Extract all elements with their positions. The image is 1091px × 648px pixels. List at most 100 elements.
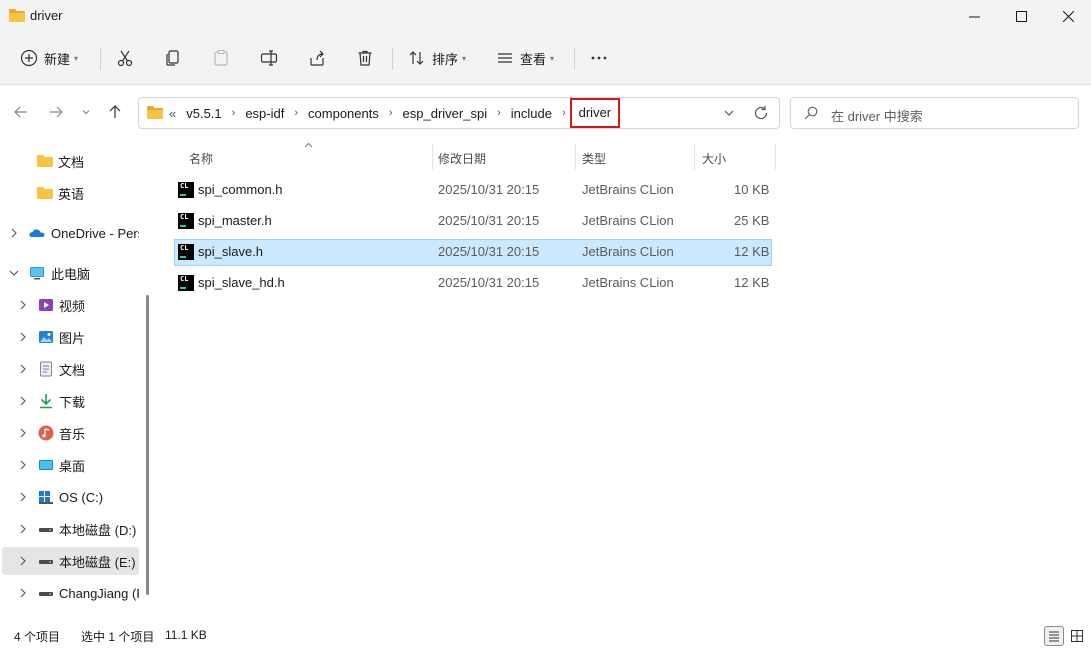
sidebar-item-music[interactable]: 音乐	[2, 419, 139, 447]
chevron-right-icon[interactable]	[18, 492, 28, 502]
table-row-selected[interactable]: CL spi_slave.h 2025/10/31 20:15 JetBrain…	[174, 239, 772, 266]
sidebar-item-videos[interactable]: 视频	[2, 291, 139, 319]
table-row[interactable]: CL spi_common.h 2025/10/31 20:15 JetBrai…	[174, 177, 772, 204]
sidebar-item-documents[interactable]: 文档	[2, 355, 139, 383]
sidebar-item-english[interactable]: 英语	[2, 179, 139, 207]
maximize-button[interactable]	[998, 0, 1044, 32]
divider	[574, 48, 575, 70]
sidebar-item-desktop[interactable]: 桌面	[2, 451, 139, 479]
recent-locations-button[interactable]	[77, 103, 95, 121]
column-divider[interactable]	[575, 144, 576, 170]
chevron-right-icon[interactable]: ›	[497, 107, 501, 119]
sidebar-item-drive-d[interactable]: 本地磁盘 (D:)	[2, 515, 139, 543]
chevron-right-icon[interactable]	[9, 228, 19, 238]
chevron-right-icon[interactable]	[18, 428, 28, 438]
file-modified: 2025/10/31 20:15	[438, 182, 540, 197]
column-divider[interactable]	[694, 144, 695, 170]
clion-file-icon: CL	[178, 275, 194, 291]
tiles-view-button[interactable]	[1067, 626, 1087, 646]
chevron-right-icon[interactable]	[18, 332, 28, 342]
file-type: JetBrains CLion	[582, 213, 674, 228]
sidebar-item-onedrive[interactable]: OneDrive - Pers	[2, 219, 139, 247]
chevron-right-icon[interactable]	[18, 524, 28, 534]
paste-button[interactable]	[212, 46, 230, 70]
close-icon	[1062, 10, 1074, 22]
minimize-button[interactable]	[951, 0, 997, 32]
sidebar-item-label: 文档	[58, 154, 85, 170]
address-bar[interactable]: « v5.5.1 › esp-idf › components › esp_dr…	[138, 97, 780, 129]
chevron-right-icon[interactable]: ›	[232, 107, 236, 119]
sidebar-item-this-pc[interactable]: 此电脑	[2, 259, 139, 287]
share-button[interactable]	[308, 46, 326, 70]
chevron-right-icon[interactable]	[18, 364, 28, 374]
breadcrumb-overflow[interactable]: «	[169, 106, 176, 121]
search-input[interactable]: 在 driver 中搜索	[790, 97, 1079, 129]
column-header-name[interactable]: 名称	[189, 144, 213, 172]
breadcrumb-item[interactable]: esp_driver_spi	[403, 106, 488, 121]
sidebar-item-downloads[interactable]: 下载	[2, 387, 139, 415]
sidebar-item-documents-quick[interactable]: 文档	[2, 147, 139, 175]
file-type: JetBrains CLion	[582, 182, 674, 197]
search-icon	[804, 106, 818, 120]
more-options-button[interactable]	[590, 46, 608, 70]
details-view-button[interactable]	[1044, 626, 1064, 646]
sidebar-item-label: 音乐	[59, 426, 86, 442]
chevron-down-icon[interactable]	[9, 268, 19, 278]
chevron-right-icon[interactable]: ›	[562, 107, 566, 119]
column-divider[interactable]	[775, 144, 776, 170]
up-button[interactable]	[106, 103, 124, 121]
forward-button[interactable]	[47, 103, 65, 121]
rename-icon	[260, 50, 278, 66]
sidebar-item-drive-e[interactable]: 本地磁盘 (E:)	[2, 547, 139, 575]
chevron-right-icon[interactable]	[18, 396, 28, 406]
breadcrumb-item[interactable]: esp-idf	[245, 106, 284, 121]
scissors-icon	[117, 50, 133, 67]
view-button[interactable]: 查看 ▾	[496, 46, 554, 70]
sidebar-item-label: 此电脑	[51, 266, 91, 282]
details-view-icon	[1049, 631, 1059, 642]
sidebar-item-label: 桌面	[59, 458, 86, 474]
ellipsis-icon	[591, 56, 607, 60]
file-name: spi_slave_hd.h	[198, 275, 285, 290]
breadcrumb-item[interactable]: include	[511, 106, 552, 121]
sidebar-item-drive-f[interactable]: ChangJiang (F	[2, 579, 139, 607]
breadcrumb-current[interactable]: driver	[569, 98, 621, 128]
chevron-right-icon[interactable]: ›	[294, 107, 298, 119]
sidebar-scrollbar[interactable]	[146, 295, 149, 595]
file-name: spi_master.h	[198, 213, 272, 228]
command-bar: 新建 ▾ 排序 ▾ 查看 ▾	[0, 32, 1091, 84]
sort-button[interactable]: 排序 ▾	[408, 46, 466, 70]
table-row[interactable]: CL spi_master.h 2025/10/31 20:15 JetBrai…	[174, 208, 772, 235]
copy-button[interactable]	[164, 46, 182, 70]
chevron-right-icon[interactable]	[18, 588, 28, 598]
column-divider[interactable]	[432, 144, 433, 170]
file-size: 12 KB	[734, 244, 770, 259]
new-button[interactable]: 新建 ▾	[20, 46, 78, 70]
sidebar-item-label: OneDrive - Pers	[51, 225, 139, 241]
breadcrumb-item[interactable]: components	[308, 106, 379, 121]
sidebar-item-drive-c[interactable]: OS (C:)	[2, 483, 139, 511]
status-selected-count: 选中 1 个项目	[81, 630, 155, 644]
chevron-down-icon[interactable]	[722, 106, 736, 120]
view-label: 查看	[520, 51, 547, 67]
delete-button[interactable]	[356, 46, 374, 70]
chevron-right-icon[interactable]: ›	[389, 107, 393, 119]
back-button[interactable]	[12, 103, 30, 121]
file-name: spi_slave.h	[198, 244, 264, 259]
clion-file-icon: CL	[178, 244, 194, 260]
refresh-icon[interactable]	[753, 105, 769, 121]
close-button[interactable]	[1045, 0, 1091, 32]
rename-button[interactable]	[260, 46, 278, 70]
chevron-right-icon[interactable]	[18, 556, 28, 566]
cut-button[interactable]	[116, 46, 134, 70]
sidebar-item-label: 本地磁盘 (D:)	[59, 522, 137, 538]
breadcrumb-item[interactable]: v5.5.1	[186, 106, 221, 121]
chevron-right-icon[interactable]	[18, 300, 28, 310]
column-header-size[interactable]: 大小	[702, 144, 726, 172]
sidebar-item-label: ChangJiang (F	[59, 585, 139, 601]
column-header-type[interactable]: 类型	[582, 144, 606, 172]
sidebar-item-pictures[interactable]: 图片	[2, 323, 139, 351]
chevron-right-icon[interactable]	[18, 460, 28, 470]
table-row[interactable]: CL spi_slave_hd.h 2025/10/31 20:15 JetBr…	[174, 270, 772, 297]
column-header-modified[interactable]: 修改日期	[438, 144, 486, 172]
